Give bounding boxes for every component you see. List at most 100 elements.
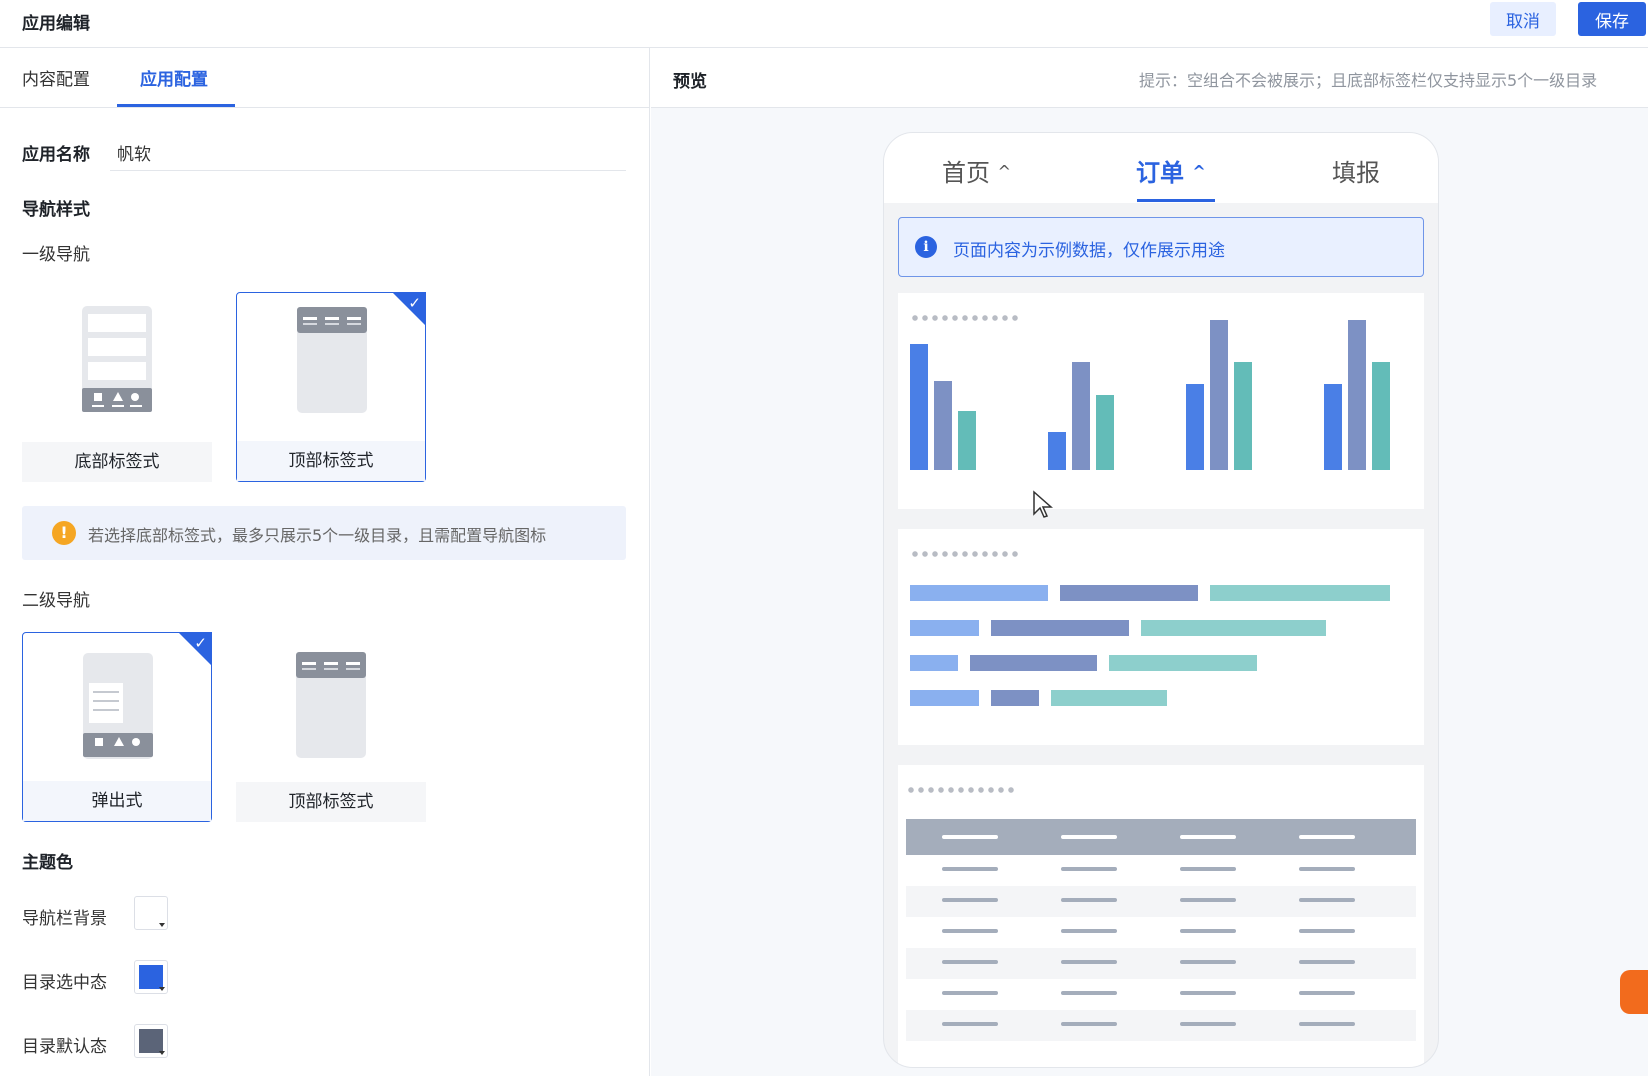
nav-bg-color-picker[interactable] <box>134 896 168 930</box>
app-name-underline <box>110 170 626 171</box>
phone-active-tab-indicator <box>1137 199 1215 202</box>
page-title: 应用编辑 <box>22 14 90 34</box>
table-cell <box>942 867 998 871</box>
bar-chart-card <box>898 293 1424 509</box>
option-label: 顶部标签式 <box>237 441 425 481</box>
table-cell <box>942 1022 998 1026</box>
chart-bar <box>958 410 976 470</box>
config-tabs: 内容配置 应用配置 <box>0 48 650 108</box>
table-header-cell <box>1299 835 1355 839</box>
table-cell <box>1299 960 1355 964</box>
dropdown-icon <box>159 1051 165 1055</box>
save-button[interactable]: 保存 <box>1578 2 1646 36</box>
table-cell <box>1299 867 1355 871</box>
chart-hbar <box>990 690 1039 706</box>
table-card <box>898 765 1424 1067</box>
table-cell <box>1180 929 1236 933</box>
chart-bar <box>934 380 952 470</box>
chart-hbar <box>1050 690 1168 706</box>
table-cell <box>942 929 998 933</box>
chart-bar <box>1210 319 1228 470</box>
chart-bar <box>1186 384 1204 470</box>
bottom-tabs-warning: ! 若选择底部标签式，最多只展示5个一级目录，且需配置导航图标 <box>22 506 626 560</box>
info-icon: i <box>915 236 937 258</box>
table-cell <box>942 898 998 902</box>
chart-hbar <box>1209 585 1390 601</box>
table-cell <box>1299 929 1355 933</box>
phone-tab-orders[interactable]: 订单 ^ <box>1136 153 1206 188</box>
chart-bar <box>1072 361 1090 470</box>
dropdown-icon <box>159 987 165 991</box>
color-fill <box>139 965 163 989</box>
chart-hbar <box>910 620 979 636</box>
option-label: 弹出式 <box>23 781 211 821</box>
table-cell <box>1061 1022 1117 1026</box>
hbar-chart-card <box>898 529 1424 745</box>
table-cell <box>1180 960 1236 964</box>
table-cell <box>1061 867 1117 871</box>
chart-hbar <box>1059 585 1198 601</box>
phone-tab-report[interactable]: 填报 <box>1332 153 1380 188</box>
tab-app-config[interactable]: 应用配置 <box>140 65 208 90</box>
ime-logo-icon <box>1620 970 1648 1014</box>
table-header-cell <box>942 835 998 839</box>
table-cell <box>1299 991 1355 995</box>
level2-option-popup[interactable]: ✓ 弹出式 <box>22 632 212 822</box>
default-state-label: 目录默认态 <box>22 1037 107 1057</box>
table-header-cell <box>1180 835 1236 839</box>
check-icon: ✓ <box>194 634 207 652</box>
chart-hbar <box>1140 620 1327 636</box>
app-name-label: 应用名称 <box>22 145 90 165</box>
placeholder-title <box>910 313 1020 323</box>
nav-bg-label: 导航栏背景 <box>22 909 107 929</box>
dropdown-icon <box>159 923 165 927</box>
app-header: 应用编辑 取消 保存 <box>0 0 1648 48</box>
chart-hbar <box>910 585 1048 601</box>
placeholder-title <box>910 549 1020 559</box>
selected-color-picker[interactable] <box>134 960 168 994</box>
table-cell <box>1061 898 1117 902</box>
chevron-up-icon: ^ <box>997 162 1012 181</box>
active-tab-indicator <box>117 104 235 107</box>
app-name-input[interactable]: 帆软 <box>117 140 151 165</box>
chart-hbar <box>990 620 1129 636</box>
default-color-picker[interactable] <box>134 1024 168 1058</box>
selected-state-label: 目录选中态 <box>22 973 107 993</box>
preview-title: 预览 <box>673 72 707 92</box>
preview-panel: 预览 提示：空组合不会被展示；且底部标签栏仅支持显示5个一级目录 首页 ^ 订单… <box>651 48 1648 1076</box>
option-label: 顶部标签式 <box>236 782 426 822</box>
chart-hbar <box>969 655 1097 671</box>
level1-option-bottom-tabs[interactable]: 底部标签式 <box>22 292 212 482</box>
info-banner: i 页面内容为示例数据，仅作展示用途 <box>898 217 1424 277</box>
table-cell <box>1180 898 1236 902</box>
chevron-up-icon: ^ <box>1192 162 1206 181</box>
table-cell <box>1061 929 1117 933</box>
option-label: 底部标签式 <box>22 442 212 482</box>
preview-header: 预览 提示：空组合不会被展示；且底部标签栏仅支持显示5个一级目录 <box>651 48 1648 108</box>
table-cell <box>1180 867 1236 871</box>
tab-label: 订单 <box>1136 159 1184 187</box>
config-panel: 内容配置 应用配置 应用名称 帆软 导航样式 一级导航 底部标签式 ✓ 顶部标签… <box>0 48 650 1076</box>
chart-bar <box>1234 361 1252 470</box>
table-cell <box>1299 1022 1355 1026</box>
chart-bar <box>1348 319 1366 470</box>
check-icon: ✓ <box>408 294 421 312</box>
chart-hbar <box>910 655 958 671</box>
table-cell <box>1061 991 1117 995</box>
table-cell <box>1061 960 1117 964</box>
cancel-button[interactable]: 取消 <box>1490 2 1556 36</box>
level1-option-top-tabs[interactable]: ✓ 顶部标签式 <box>236 292 426 482</box>
level2-option-top-tabs[interactable]: 顶部标签式 <box>236 632 426 822</box>
chart-bar <box>1372 361 1390 470</box>
phone-top-tabs: 首页 ^ 订单 ^ 填报 <box>884 133 1438 203</box>
level2-nav-label: 二级导航 <box>22 591 90 611</box>
table-cell <box>1299 898 1355 902</box>
chart-bar <box>910 344 928 470</box>
warning-text: 若选择底部标签式，最多只展示5个一级目录，且需配置导航图标 <box>88 526 547 545</box>
bottom-tabs-illustration <box>82 306 152 412</box>
theme-color-heading: 主题色 <box>22 853 73 873</box>
phone-tab-home[interactable]: 首页 ^ <box>942 153 1011 188</box>
table-header-cell <box>1061 835 1117 839</box>
tab-content-config[interactable]: 内容配置 <box>22 65 90 90</box>
phone-preview: 首页 ^ 订单 ^ 填报 i 页面内容为示例数据，仅作展示用途 <box>883 132 1439 1068</box>
